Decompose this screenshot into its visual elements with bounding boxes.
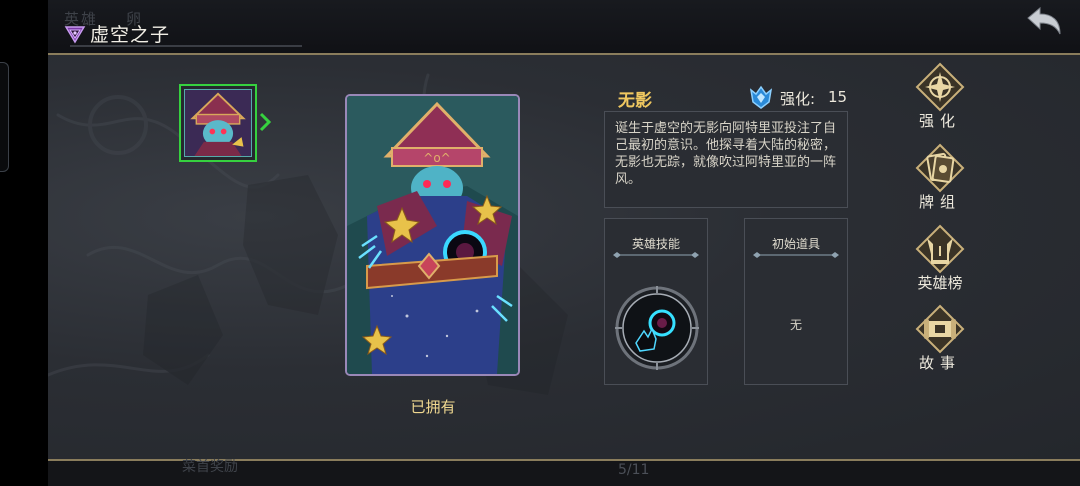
- menu-deck-button[interactable]: 牌组: [904, 143, 976, 212]
- page-indicator: 5/11: [618, 462, 650, 478]
- title-underline-ornament: [613, 252, 699, 258]
- hero-portrait-small: [184, 89, 252, 157]
- hero-skill-panel: 英雄技能: [604, 218, 708, 385]
- menu-story-button[interactable]: 故事: [904, 304, 976, 373]
- enhance-level: 15: [828, 88, 848, 106]
- owned-status: 已拥有: [410, 398, 456, 416]
- starting-item-panel: 初始道具 无: [744, 218, 848, 385]
- hero-illustration: ^o^: [347, 96, 518, 374]
- deck-cards-icon: [915, 143, 965, 193]
- page-title-group: 虚空之子: [64, 20, 170, 47]
- void-faction-icon: [64, 25, 86, 43]
- story-scroll-icon: [915, 304, 965, 354]
- ghost-bottom-text: 菜首奖励: [182, 459, 238, 475]
- menu-enhance-button[interactable]: 强化: [904, 62, 976, 131]
- hero-name: 无影: [618, 91, 652, 111]
- hero-card-art[interactable]: ^o^: [345, 94, 520, 376]
- back-arrow-icon[interactable]: [1024, 6, 1064, 38]
- hero-avatar-icon: [185, 90, 251, 156]
- enhance-compass-icon: [915, 62, 965, 112]
- enhance-label: 强化:: [780, 90, 816, 108]
- selection-arrow-icon: [259, 112, 271, 132]
- title-underline-ornament: [753, 252, 839, 258]
- hero-thumbnail-selected[interactable]: [179, 84, 257, 162]
- hero-skill-title: 英雄技能: [631, 237, 680, 251]
- menu-story-label: 故事: [918, 354, 961, 372]
- side-handle[interactable]: [0, 62, 9, 172]
- menu-leaderboard-button[interactable]: 英雄榜: [904, 224, 976, 293]
- hero-description: 诞生于虚空的无影向阿特里亚投注了自己最初的意识。他探寻着大陆的秘密，无影也无踪，…: [604, 111, 848, 208]
- enhance-crown-icon: [749, 85, 773, 109]
- void-hand-orb-icon[interactable]: [614, 285, 700, 371]
- leaderboard-helmet-icon: [915, 224, 965, 274]
- background-art: [48, 73, 568, 395]
- page-title: 虚空之子: [90, 24, 171, 46]
- starting-item-title: 初始道具: [771, 237, 820, 251]
- menu-enhance-label: 强化: [918, 112, 961, 130]
- menu-leaderboard-label: 英雄榜: [917, 274, 963, 292]
- menu-deck-label: 牌组: [918, 193, 961, 211]
- svg-text:^o^: ^o^: [423, 151, 450, 165]
- starting-item-value: 无: [789, 318, 802, 332]
